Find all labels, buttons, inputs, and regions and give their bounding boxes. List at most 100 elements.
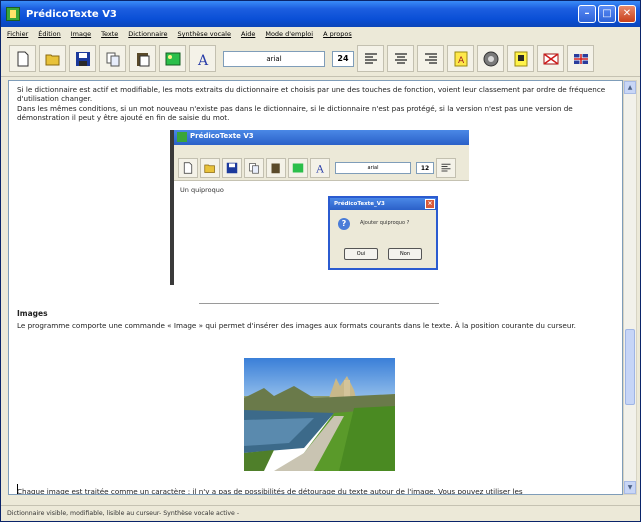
font-name-field: arial	[335, 161, 411, 174]
horizontal-rule	[199, 303, 439, 304]
menu-bar: Fichier Édition Image Texte Dictionnaire…	[1, 27, 640, 41]
help-icon	[514, 51, 527, 66]
section-heading: Images	[17, 309, 48, 318]
copy-button	[244, 157, 264, 178]
insert-image-button	[288, 157, 308, 178]
embedded-screenshot: PrédicoTexte V3 A arial 12 Un quiproquo …	[170, 130, 469, 285]
paragraph: Le programme comporte une commande « Ima…	[17, 321, 576, 330]
new-file-icon	[17, 51, 28, 66]
menu-synthese-vocale[interactable]: Synthèse vocale	[178, 30, 231, 38]
flag-uk-icon	[573, 53, 588, 64]
align-left-icon	[441, 163, 451, 172]
svg-text:A: A	[315, 163, 324, 174]
image-icon	[292, 163, 304, 172]
align-left-icon	[364, 52, 377, 64]
align-right-icon	[424, 52, 437, 64]
app-window: PrédicoTexte V3 – □ ✕ Fichier Édition Im…	[0, 0, 641, 522]
embedded-menu-bar	[174, 145, 469, 155]
dialog-message: Ajouter quiproquo ?	[360, 220, 410, 226]
embedded-title-bar: PrédicoTexte V3	[174, 130, 469, 145]
close-icon: ×	[425, 199, 435, 209]
help-button[interactable]	[507, 45, 534, 72]
paragraph: Dans les mêmes conditions, si un mot nou…	[17, 104, 573, 123]
menu-edition[interactable]: Édition	[38, 30, 61, 38]
align-right-button[interactable]	[417, 45, 444, 72]
scroll-down-button[interactable]: ▼	[624, 481, 636, 494]
no-button: Non	[388, 248, 422, 260]
window-controls: – □ ✕	[578, 5, 636, 23]
window-title: PrédicoTexte V3	[26, 8, 117, 20]
confirm-dialog: PrédicoTexte_V3 × ? Ajouter quiproquo ? …	[328, 196, 438, 270]
menu-a-propos[interactable]: A propos	[323, 30, 352, 38]
menu-fichier[interactable]: Fichier	[7, 30, 28, 38]
title-bar[interactable]: PrédicoTexte V3 – □ ✕	[1, 1, 640, 27]
embedded-document-text: Un quiproquo	[180, 186, 224, 194]
paste-icon	[271, 163, 280, 173]
menu-mode-emploi[interactable]: Mode d'emploi	[265, 30, 313, 38]
svg-text:A: A	[458, 56, 465, 66]
language-uk-button[interactable]	[567, 45, 594, 72]
vertical-scrollbar[interactable]: ▲ ▼	[623, 80, 637, 495]
font-button[interactable]: A	[189, 45, 216, 72]
dialog-title-bar: PrédicoTexte_V3 ×	[330, 198, 436, 210]
save-icon	[226, 162, 238, 173]
landscape-photo	[244, 358, 395, 471]
svg-text:A: A	[197, 53, 209, 67]
paste-button[interactable]	[129, 45, 156, 72]
speech-button[interactable]	[477, 45, 504, 72]
paste-icon	[136, 52, 149, 66]
font-size-field[interactable]: 24	[332, 50, 354, 67]
insert-image-button[interactable]	[159, 45, 186, 72]
open-folder-icon	[45, 54, 59, 65]
yes-button: Oui	[344, 248, 378, 260]
menu-dictionnaire[interactable]: Dictionnaire	[128, 30, 167, 38]
dictionary-icon: A	[454, 51, 467, 66]
language-fr-button[interactable]	[537, 45, 564, 72]
question-icon: ?	[338, 218, 350, 230]
copy-icon	[249, 162, 259, 174]
new-button[interactable]	[9, 45, 36, 72]
save-icon	[75, 51, 90, 66]
toolbar: A arial 24 A	[1, 41, 640, 77]
menu-image[interactable]: Image	[71, 30, 91, 38]
dialog-title: PrédicoTexte_V3	[334, 201, 385, 207]
align-left-button[interactable]	[357, 45, 384, 72]
align-center-button[interactable]	[387, 45, 414, 72]
copy-button[interactable]	[99, 45, 126, 72]
speaker-icon	[483, 51, 498, 66]
scroll-up-button[interactable]: ▲	[624, 81, 636, 94]
save-button	[222, 157, 242, 178]
paragraph: Chaque image est traitée comme un caract…	[17, 487, 523, 495]
font-size-field: 12	[416, 161, 434, 174]
flag-fr-icon	[543, 52, 558, 65]
app-icon	[6, 7, 20, 21]
new-file-icon	[183, 161, 193, 174]
document-editor[interactable]: Si le dictionnaire est actif et modifiab…	[8, 80, 623, 495]
align-left-button	[436, 157, 456, 178]
copy-icon	[106, 52, 119, 66]
status-bar: Dictionnaire visible, modifiable, lisibl…	[1, 505, 640, 521]
scrollbar-thumb[interactable]	[625, 329, 635, 405]
open-folder-icon	[204, 164, 215, 173]
font-name-field[interactable]: arial	[223, 50, 325, 67]
close-button[interactable]: ✕	[618, 5, 636, 23]
save-button[interactable]	[69, 45, 96, 72]
open-button	[200, 157, 220, 178]
font-icon: A	[197, 53, 209, 67]
menu-aide[interactable]: Aide	[241, 30, 255, 38]
image-icon	[165, 52, 180, 65]
paste-button	[266, 157, 286, 178]
embedded-window-title: PrédicoTexte V3	[190, 132, 254, 140]
paragraph: Si le dictionnaire est actif et modifiab…	[17, 85, 606, 104]
maximize-button[interactable]: □	[598, 5, 616, 23]
embedded-toolbar: A arial 12	[174, 155, 469, 181]
font-icon: A	[315, 163, 324, 174]
font-button: A	[310, 157, 330, 178]
menu-texte[interactable]: Texte	[101, 30, 118, 38]
align-center-icon	[394, 52, 407, 64]
app-icon	[177, 132, 187, 142]
dictionary-button[interactable]: A	[447, 45, 474, 72]
minimize-button[interactable]: –	[578, 5, 596, 23]
open-button[interactable]	[39, 45, 66, 72]
new-button	[178, 157, 198, 178]
